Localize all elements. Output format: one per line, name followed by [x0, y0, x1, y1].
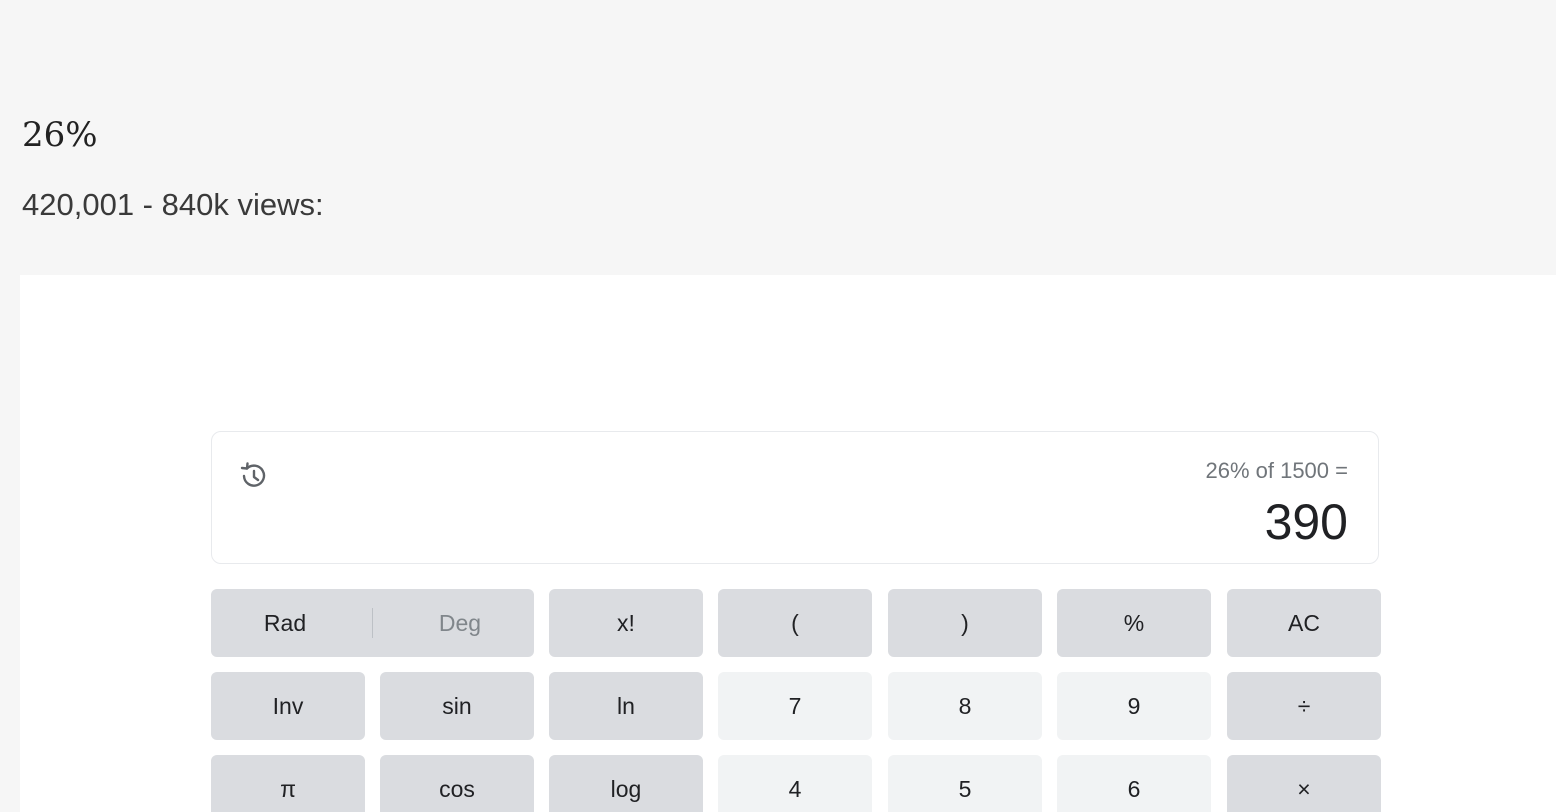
page-header: 26% 420,001 - 840k views:	[0, 0, 1556, 275]
page-subtitle: 420,001 - 840k views:	[22, 187, 324, 222]
inverse-button[interactable]: Inv	[211, 672, 365, 740]
percent-button[interactable]: %	[1057, 589, 1211, 657]
clear-button[interactable]: AC	[1227, 589, 1381, 657]
pi-button[interactable]: π	[211, 755, 365, 812]
ln-button[interactable]: ln	[549, 672, 703, 740]
page-title: 26%	[22, 115, 98, 155]
digit-7-button[interactable]: 7	[718, 672, 872, 740]
log-button[interactable]: log	[549, 755, 703, 812]
digit-8-button[interactable]: 8	[888, 672, 1042, 740]
deg-button[interactable]: Deg	[439, 610, 481, 637]
calculator-result: 390	[1264, 494, 1348, 550]
close-paren-button[interactable]: )	[888, 589, 1042, 657]
digit-5-button[interactable]: 5	[888, 755, 1042, 812]
cos-button[interactable]: cos	[380, 755, 534, 812]
angle-mode-divider	[371, 608, 373, 638]
digit-4-button[interactable]: 4	[718, 755, 872, 812]
divide-button[interactable]: ÷	[1227, 672, 1381, 740]
digit-9-button[interactable]: 9	[1057, 672, 1211, 740]
calculator-expression: 26% of 1500 =	[1205, 458, 1348, 483]
open-paren-button[interactable]: (	[718, 589, 872, 657]
multiply-button[interactable]: ×	[1227, 755, 1381, 812]
rad-button[interactable]: Rad	[264, 610, 306, 637]
factorial-button[interactable]: x!	[549, 589, 703, 657]
digit-6-button[interactable]: 6	[1057, 755, 1211, 812]
angle-mode-toggle[interactable]: Rad Deg	[211, 589, 534, 657]
sin-button[interactable]: sin	[380, 672, 534, 740]
calculator-display: 26% of 1500 = 390	[211, 431, 1379, 564]
history-icon[interactable]	[234, 456, 274, 496]
